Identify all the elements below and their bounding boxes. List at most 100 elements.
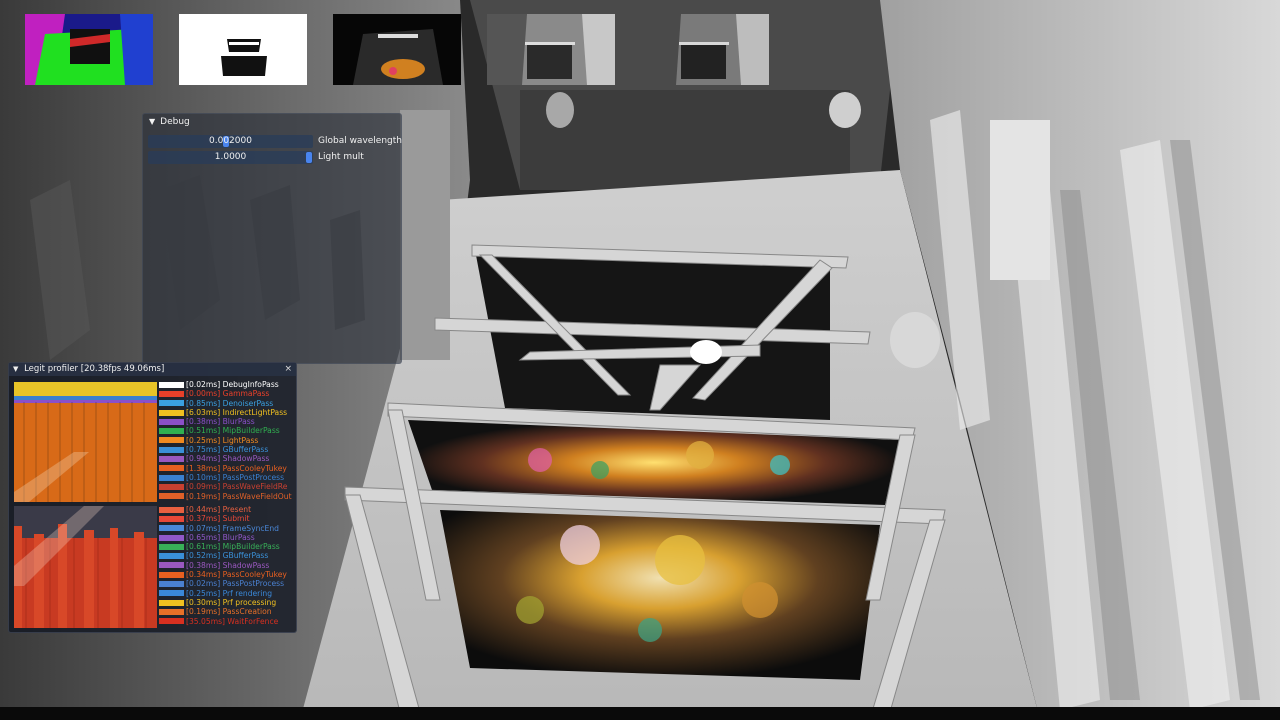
legend-label: [0.02ms] PassPostProcess <box>186 579 285 589</box>
legend-swatch <box>159 553 184 560</box>
legend-item: [0.38ms] BlurPass <box>159 417 295 426</box>
light-mult-slider[interactable]: 1.0000 Light mult <box>148 151 398 164</box>
legend-label: [0.85ms] DenoiserPass <box>186 398 274 408</box>
legend-item: [0.75ms] GBufferPass <box>159 445 295 454</box>
legend-swatch <box>159 428 184 435</box>
normals-image <box>25 14 153 85</box>
legend-item: [0.25ms] LightPass <box>159 436 295 445</box>
legend-swatch <box>159 456 184 463</box>
legend-label: [0.52ms] GBufferPass <box>186 551 269 561</box>
legend-label: [0.25ms] Prf rendering <box>186 588 273 598</box>
legend-swatch <box>159 525 184 532</box>
legend-item: [0.94ms] ShadowPass <box>159 454 295 463</box>
legend-swatch <box>159 515 184 522</box>
legend-swatch <box>159 381 184 388</box>
legend-swatch <box>159 437 184 444</box>
thumbnail-normals[interactable] <box>25 14 153 85</box>
legend-swatch <box>159 562 184 569</box>
legend-label: [0.19ms] PassWaveFieldOut <box>186 491 292 501</box>
legend-label: [35.05ms] WaitForFence <box>186 616 279 626</box>
thumbnail-lighting[interactable] <box>333 14 461 85</box>
legend-label: [6.03ms] IndirectLightPass <box>186 407 288 417</box>
legend-item: [0.34ms] PassCooleyTukey <box>159 570 295 579</box>
legend-swatch <box>159 581 184 588</box>
slider-value: 0.002000 <box>209 136 252 146</box>
gpu-timing-graph <box>14 506 157 628</box>
thumbnail-ao[interactable] <box>487 14 615 85</box>
bottom-bar <box>0 707 1280 720</box>
gpu-graph-bars <box>14 506 157 628</box>
legend-item: [0.30ms] Prf processing <box>159 598 295 607</box>
thumbnail-mask[interactable] <box>179 14 307 85</box>
legend-swatch <box>159 400 184 407</box>
legend-label: [0.07ms] FrameSyncEnd <box>186 523 279 533</box>
lighting-image <box>333 14 461 85</box>
legend-label: [0.00ms] GammaPass <box>186 389 270 399</box>
legend-item: [0.44ms] Present <box>159 505 295 514</box>
legend-swatch <box>159 599 184 606</box>
legend-swatch <box>159 418 184 425</box>
cpu-graph-bars <box>14 382 157 502</box>
legend-item: [0.61ms] MipBuilderPass <box>159 542 295 551</box>
legend-label: [0.38ms] BlurPass <box>186 417 255 427</box>
legend-label: [1.38ms] PassCooleyTukey <box>186 463 287 473</box>
legend-swatch <box>159 543 184 550</box>
debug-panel-title: Debug <box>160 117 190 127</box>
legend-label: [0.30ms] Prf processing <box>186 597 277 607</box>
legend-item: [0.37ms] Submit <box>159 514 295 523</box>
legend-label: [0.34ms] PassCooleyTukey <box>186 570 287 580</box>
legend-swatch <box>159 618 184 625</box>
legend-swatch <box>159 608 184 615</box>
ao-image <box>487 14 615 85</box>
profiler-title-bar[interactable]: ▼ Legit profiler [20.38fps 49.06ms] × <box>9 363 296 376</box>
slider-value: 1.0000 <box>214 152 247 162</box>
legend-item: [0.10ms] PassPostProcess <box>159 473 295 482</box>
legend-item: [0.19ms] PassWaveFieldOut <box>159 492 295 501</box>
mask-image <box>179 14 307 85</box>
slider-label: Global wavelength <box>318 136 402 146</box>
legend-swatch <box>159 446 184 453</box>
legend-swatch <box>159 493 184 500</box>
close-icon[interactable]: × <box>284 363 292 376</box>
legend-swatch <box>159 483 184 490</box>
gpu-legend: [0.44ms] Present [0.37ms] Submit [0.07ms] … <box>159 505 295 626</box>
debug-panel[interactable]: ▼ Debug 0.002000 Global wavelength 1.000… <box>142 113 402 364</box>
profiler-title: Legit profiler [20.38fps 49.06ms] <box>24 364 165 374</box>
cpu-legend: [0.02ms] DebugInfoPass [0.00ms] GammaPass… <box>159 380 295 501</box>
legend-label: [0.61ms] MipBuilderPass <box>186 542 280 552</box>
legend-item: [0.38ms] ShadowPass <box>159 561 295 570</box>
legend-item: [0.09ms] PassWaveFieldRe <box>159 482 295 491</box>
global-wavelength-slider[interactable]: 0.002000 Global wavelength <box>148 135 402 148</box>
legend-item: [0.65ms] BlurPass <box>159 533 295 542</box>
legend-label: [0.44ms] Present <box>186 505 252 514</box>
legend-label: [0.51ms] MipBuilderPass <box>186 426 280 436</box>
legend-item: [0.00ms] GammaPass <box>159 389 295 398</box>
legend-item: [6.03ms] IndirectLightPass <box>159 408 295 417</box>
legend-label: [0.37ms] Submit <box>186 514 250 524</box>
cpu-timing-graph <box>14 382 157 502</box>
thumbnail-final[interactable] <box>641 14 769 85</box>
legend-swatch <box>159 590 184 597</box>
legend-label: [0.38ms] ShadowPass <box>186 560 270 570</box>
legend-label: [0.65ms] BlurPass <box>186 532 255 542</box>
collapse-triangle-icon[interactable]: ▼ <box>149 114 155 130</box>
legend-swatch <box>159 465 184 472</box>
legend-swatch <box>159 506 184 513</box>
legend-item: [0.07ms] FrameSyncEnd <box>159 524 295 533</box>
legend-label: [0.94ms] ShadowPass <box>186 454 270 464</box>
legend-label: [0.19ms] PassCreation <box>186 607 272 617</box>
legend-swatch <box>159 534 184 541</box>
final-image <box>641 14 769 85</box>
legend-swatch <box>159 390 184 397</box>
legend-swatch <box>159 409 184 416</box>
legend-item: [0.85ms] DenoiserPass <box>159 399 295 408</box>
profiler-window[interactable]: ▼ Legit profiler [20.38fps 49.06ms] × [0… <box>8 362 297 633</box>
legend-label: [0.75ms] GBufferPass <box>186 445 269 455</box>
legend-label: [0.10ms] PassPostProcess <box>186 472 285 482</box>
legend-label: [0.09ms] PassWaveFieldRe <box>186 482 288 492</box>
legend-label: [0.02ms] DebugInfoPass <box>186 380 279 389</box>
collapse-triangle-icon[interactable]: ▼ <box>13 365 18 373</box>
legend-item: [1.38ms] PassCooleyTukey <box>159 464 295 473</box>
legend-swatch <box>159 571 184 578</box>
debug-panel-header[interactable]: ▼ Debug <box>143 114 401 130</box>
